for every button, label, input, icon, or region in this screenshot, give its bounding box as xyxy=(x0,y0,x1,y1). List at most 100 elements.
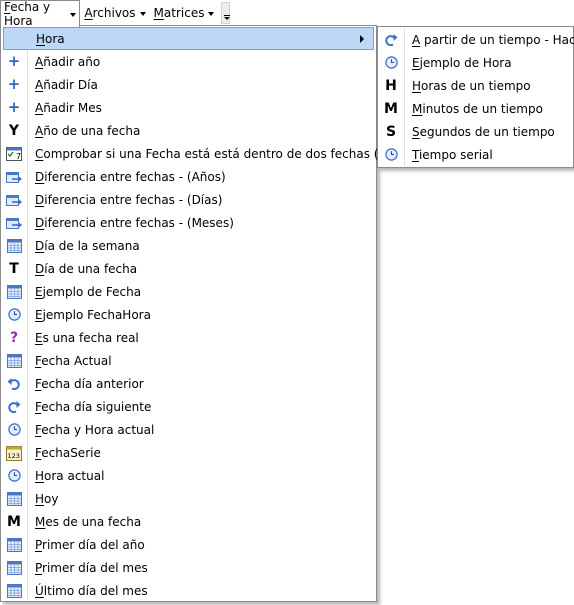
menu-item-label: Añadir Día xyxy=(35,77,98,92)
menu-item-label: Ejemplo FechaHora xyxy=(35,307,151,322)
m-letter-icon: M xyxy=(384,100,398,117)
menu-item-icon-slot: 7 xyxy=(1,142,27,165)
menu-item[interactable]: S Segundos de un tiempo xyxy=(378,120,573,143)
menu-item-icon-slot xyxy=(1,372,27,395)
menu-archivos[interactable]: Archivos xyxy=(80,0,149,26)
menu-item-label: Diferencia entre fechas - (Años) xyxy=(35,169,226,184)
menu-item-label: Diferencia entre fechas - (Meses) xyxy=(35,215,234,230)
menu-item[interactable]: Último día del mes xyxy=(1,579,376,602)
menu-item-label: Mes de una fecha xyxy=(35,514,142,529)
question-icon: ? xyxy=(9,329,19,346)
menu-item-icon-slot: M xyxy=(378,97,404,120)
menu-item-icon-slot xyxy=(1,303,27,326)
menu-item[interactable]: Y Año de una fecha xyxy=(1,119,376,142)
menu-item[interactable]: Fecha y Hora actual xyxy=(1,418,376,441)
menu-item[interactable]: Hora actual xyxy=(1,464,376,487)
menu-item[interactable]: + Añadir Día xyxy=(1,73,376,96)
menu-item-label: Primer día del mes xyxy=(35,560,148,575)
menu-item[interactable]: Diferencia entre fechas - (Meses) xyxy=(1,211,376,234)
menu-item[interactable]: A partir de un tiempo - Hacer xyxy=(378,28,574,51)
menu-item-icon-slot xyxy=(1,280,27,303)
menu-item-label: A partir de un tiempo - Hacer xyxy=(412,32,574,47)
menu-item-label: FechaSerie xyxy=(35,445,101,460)
calendar-icon xyxy=(6,353,22,368)
menu-item-label: Año de una fecha xyxy=(35,123,141,138)
date-diff-icon xyxy=(5,193,23,207)
menu-item-label: Hoy xyxy=(35,491,59,506)
clock-icon xyxy=(384,56,398,69)
menu-item[interactable]: T Día de una fecha xyxy=(1,257,376,280)
menu-item[interactable]: Diferencia entre fechas - (Años) xyxy=(1,165,376,188)
calendar-icon xyxy=(6,583,22,598)
clock-icon xyxy=(7,423,21,436)
menu-item[interactable]: Hoy xyxy=(1,487,376,510)
calendar-icon xyxy=(6,284,22,299)
menu-item-label: Primer día del año xyxy=(35,537,145,552)
menu-archivos-label: Archivos xyxy=(84,6,136,20)
menu-item[interactable]: H Horas de un tiempo xyxy=(378,74,573,97)
menu-item-icon-slot xyxy=(1,533,27,556)
calendar-icon xyxy=(6,491,22,506)
date-diff-icon xyxy=(5,170,23,184)
menu-item[interactable]: Ejemplo de Hora xyxy=(378,51,573,74)
t-letter-icon: T xyxy=(9,260,19,277)
menu-item-icon-slot xyxy=(1,464,27,487)
menu-item-icon-slot: T xyxy=(1,257,27,280)
menu-item-icon-slot xyxy=(1,165,27,188)
menu-item[interactable]: Ejemplo FechaHora xyxy=(1,303,376,326)
menu-item-label: Fecha día anterior xyxy=(35,376,144,391)
menu-item-label: Fecha día siguiente xyxy=(35,399,152,414)
menu-fecha-y-hora-label: Fecha y Hora xyxy=(4,0,51,28)
redo-arrow-icon xyxy=(7,400,21,413)
menu-item[interactable]: Primer día del mes xyxy=(1,556,376,579)
plus-icon: + xyxy=(7,75,21,93)
calendar-icon xyxy=(6,238,22,253)
menu-item[interactable]: M Minutos de un tiempo xyxy=(378,97,573,120)
dropdown-caret-icon xyxy=(139,11,146,16)
menu-item[interactable]: Día de la semana xyxy=(1,234,376,257)
clock-icon xyxy=(7,308,21,321)
menu-matrices[interactable]: Matrices xyxy=(150,0,219,26)
toolbar-overflow-button[interactable] xyxy=(221,2,230,24)
menu-item-label: Horas de un tiempo xyxy=(412,78,531,93)
menu-item-label: Diferencia entre fechas - (Días) xyxy=(35,192,223,207)
menu-item[interactable]: Diferencia entre fechas - (Días) xyxy=(1,188,376,211)
menu-item-label: Hora xyxy=(36,31,65,46)
menu-item-icon-slot xyxy=(1,395,27,418)
menu-item-icon-slot xyxy=(1,579,27,602)
menu-item-icon-slot: ? xyxy=(1,326,27,349)
menu-item-icon-slot: + xyxy=(1,96,27,119)
menu-item[interactable]: Fecha día anterior xyxy=(1,372,376,395)
calendar-123-icon: 123 xyxy=(6,445,22,461)
dropdown-caret-icon xyxy=(208,11,215,16)
fecha-y-hora-dropdown: Hora + Añadir año + Añadir Día + Añadir Mes Y Añ… xyxy=(0,25,394,602)
menu-item-label: Añadir Mes xyxy=(35,100,102,115)
hora-submenu: A partir de un tiempo - Hacer Ejemplo de … xyxy=(377,26,574,168)
menu-item-label: Minutos de un tiempo xyxy=(412,101,543,116)
svg-text:123: 123 xyxy=(8,452,20,460)
menu-item[interactable]: Fecha Actual xyxy=(1,349,376,372)
menu-item-label: Segundos de un tiempo xyxy=(412,124,555,139)
menu-fecha-y-hora[interactable]: Fecha y Hora xyxy=(0,0,81,28)
menu-item-icon-slot: M xyxy=(1,510,27,533)
menu-item[interactable]: Ejemplo de Fecha xyxy=(1,280,376,303)
menu-item-label: Ejemplo de Hora xyxy=(412,55,512,70)
menu-item-label: Es una fecha real xyxy=(35,330,139,345)
menu-item[interactable]: Fecha día siguiente xyxy=(1,395,376,418)
redo-arrow-icon xyxy=(384,33,398,46)
menu-item[interactable]: M Mes de una fecha xyxy=(1,510,376,533)
y-letter-icon: Y xyxy=(8,122,20,139)
m-letter-icon: M xyxy=(7,513,21,530)
menu-item[interactable]: Tiempo serial xyxy=(378,143,573,166)
menu-item[interactable]: + Añadir año xyxy=(1,50,376,73)
plus-icon: + xyxy=(7,98,21,116)
menu-item[interactable]: Hora xyxy=(3,27,374,50)
menu-item-label: Hora actual xyxy=(35,468,105,483)
menu-item[interactable]: 7 Comprobar si una Fecha está está dentro… xyxy=(1,142,394,165)
menu-item[interactable]: 123 FechaSerie xyxy=(1,441,376,464)
menu-item-icon-slot xyxy=(1,487,27,510)
menu-item[interactable]: + Añadir Mes xyxy=(1,96,376,119)
menu-item[interactable]: ? Es una fecha real xyxy=(1,326,376,349)
menu-item[interactable]: Primer día del año xyxy=(1,533,376,556)
menu-item-icon-slot: 123 xyxy=(1,441,27,464)
